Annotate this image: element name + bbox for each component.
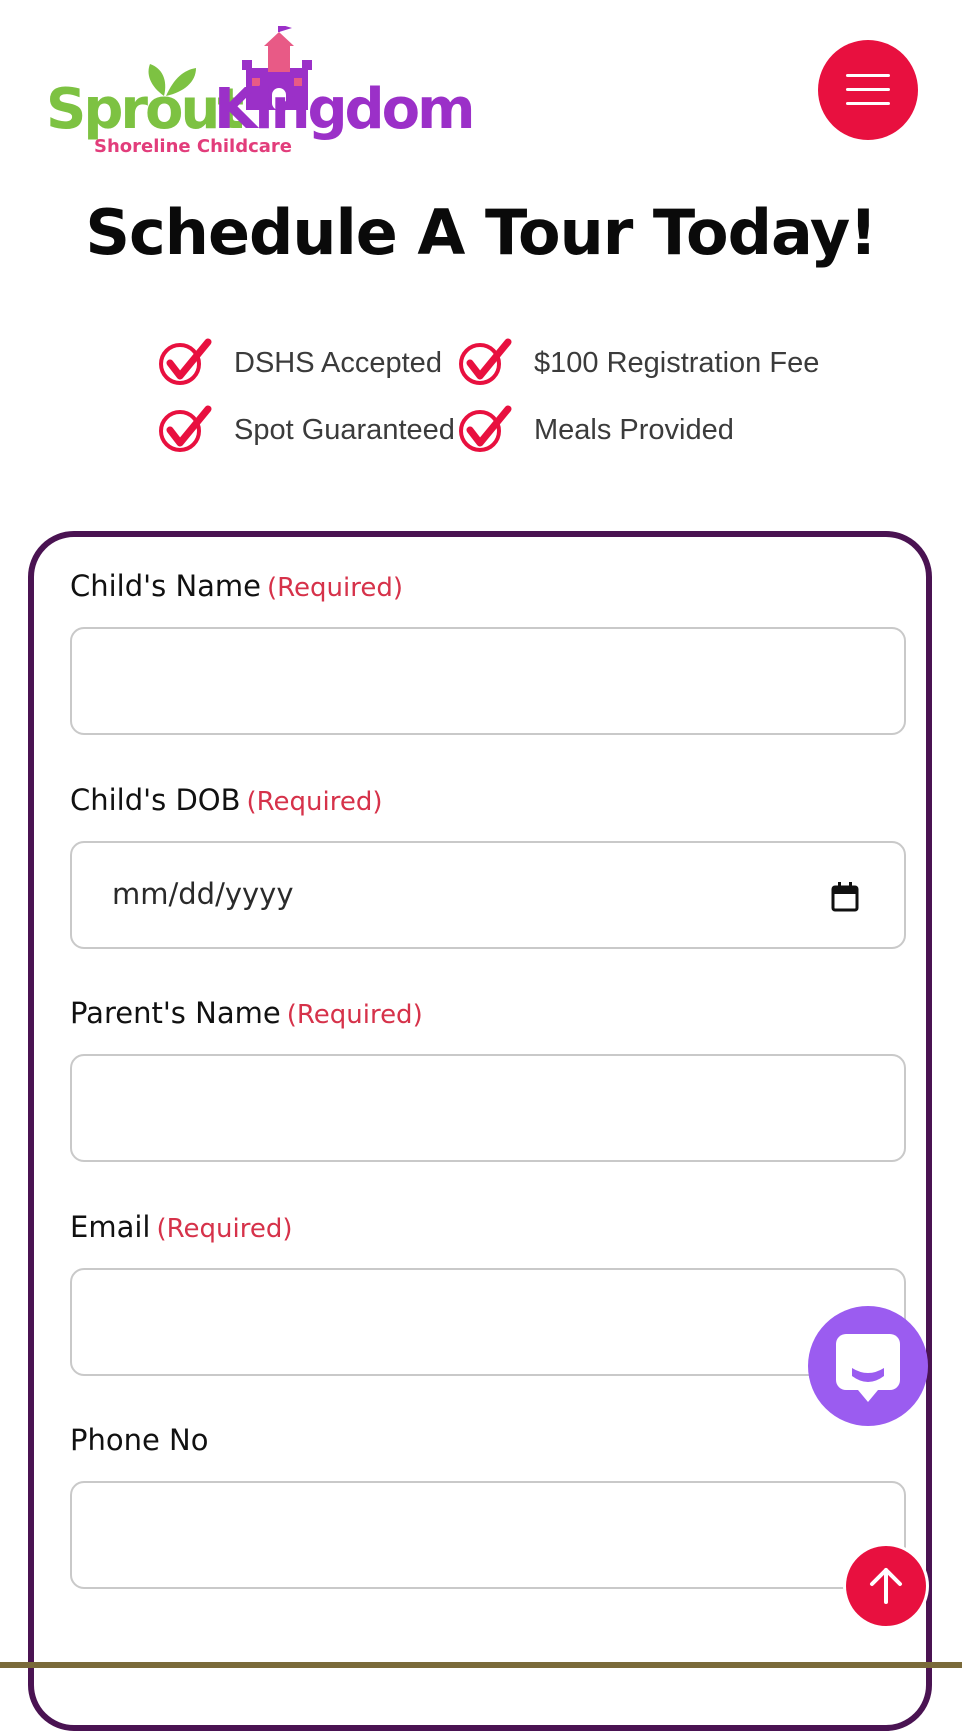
calendar-icon[interactable] bbox=[830, 881, 860, 913]
parents-name-label: Parent's Name (Required) bbox=[70, 996, 423, 1030]
feature-item: Meals Provided bbox=[458, 405, 734, 455]
required-tag: (Required) bbox=[246, 787, 383, 817]
date-placeholder: mm/dd/yyyy bbox=[112, 877, 294, 911]
tour-form: Child's Name (Required) Child's DOB (Requi… bbox=[28, 531, 932, 1731]
phone-input[interactable] bbox=[70, 1481, 906, 1589]
required-tag: (Required) bbox=[156, 1214, 293, 1244]
feature-label: $100 Registration Fee bbox=[534, 346, 820, 379]
checkmark-icon bbox=[459, 338, 512, 385]
chat-button[interactable] bbox=[808, 1306, 928, 1426]
menu-button[interactable] bbox=[818, 40, 918, 140]
page-bottom-edge bbox=[0, 1662, 962, 1668]
page-title: Schedule A Tour Today! bbox=[85, 196, 877, 269]
field-label-text: Phone No bbox=[70, 1423, 209, 1457]
required-tag: (Required) bbox=[267, 573, 404, 603]
feature-item: DSHS Accepted bbox=[158, 338, 442, 388]
checkmark-icon bbox=[159, 338, 212, 385]
logo-tagline: Shoreline Childcare bbox=[94, 136, 293, 157]
childs-dob-label: Child's DOB (Required) bbox=[70, 783, 383, 817]
feature-item: $100 Registration Fee bbox=[458, 338, 819, 388]
checkmark-icon bbox=[159, 405, 212, 452]
brand-logo[interactable]: Sprout Kingdom Shoreline Childcare bbox=[46, 26, 475, 166]
required-tag: (Required) bbox=[286, 1000, 423, 1030]
logo-word-kingdom: Kingdom bbox=[214, 77, 475, 142]
checkmark-icon bbox=[459, 405, 512, 452]
feature-item: Spot Guaranteed bbox=[158, 405, 455, 455]
field-label-text: Child's DOB bbox=[70, 783, 241, 817]
feature-label: Meals Provided bbox=[534, 413, 734, 446]
childs-name-input[interactable] bbox=[70, 627, 906, 735]
field-label-text: Child's Name bbox=[70, 569, 262, 603]
childs-dob-input[interactable]: mm/dd/yyyy bbox=[70, 841, 906, 949]
chat-bubble-icon bbox=[836, 1334, 900, 1402]
arrow-up-icon bbox=[870, 1568, 902, 1604]
email-label: Email (Required) bbox=[70, 1210, 292, 1244]
feature-list: DSHS Accepted $100 Registration Fee Spot… bbox=[158, 338, 838, 468]
feature-label: Spot Guaranteed bbox=[234, 413, 455, 446]
field-label-text: Parent's Name bbox=[70, 996, 281, 1030]
parents-name-input[interactable] bbox=[70, 1054, 906, 1162]
phone-label: Phone No bbox=[70, 1423, 209, 1457]
back-to-top-button[interactable] bbox=[846, 1546, 926, 1626]
email-input[interactable] bbox=[70, 1268, 906, 1376]
childs-name-label: Child's Name (Required) bbox=[70, 569, 403, 603]
logo-word-sprout: Sprout bbox=[46, 77, 244, 142]
field-label-text: Email bbox=[70, 1210, 151, 1244]
feature-label: DSHS Accepted bbox=[234, 346, 442, 379]
